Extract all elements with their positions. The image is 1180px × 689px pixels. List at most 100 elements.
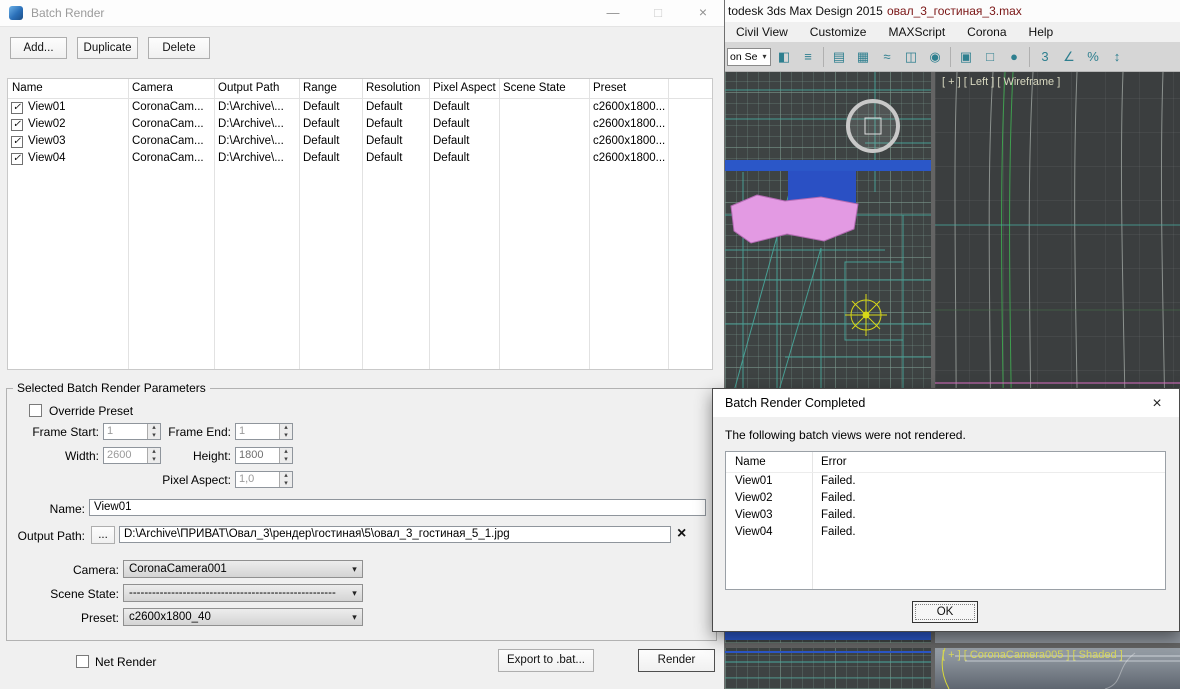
name-input[interactable]: View01 <box>89 499 706 516</box>
error-row[interactable]: View04 Failed. <box>726 524 1165 541</box>
spin-down-icon[interactable]: ▾ <box>280 480 292 488</box>
column-header-scene-state: Scene State <box>499 79 589 98</box>
height-spinner: ▴▾ <box>279 448 292 463</box>
ok-button[interactable]: OK <box>912 601 978 623</box>
row-checkbox[interactable] <box>11 136 23 148</box>
batch-render-title: Batch Render <box>31 6 104 20</box>
table-row[interactable]: View01 CoronaCam... D:\Archive\... Defau… <box>8 99 712 116</box>
spin-up-icon[interactable]: ▴ <box>280 472 292 480</box>
clear-output-path-icon[interactable]: × <box>677 526 686 542</box>
row-checkbox[interactable] <box>11 153 23 165</box>
spin-up-icon[interactable]: ▴ <box>280 448 292 456</box>
row-checkbox[interactable] <box>11 102 23 114</box>
row-checkbox[interactable] <box>11 119 23 131</box>
render-setup-icon[interactable]: ▣ <box>955 46 977 68</box>
frame-start-label: Frame Start: <box>15 425 99 439</box>
column-header-output-path: Output Path <box>214 79 299 98</box>
delete-button[interactable]: Delete <box>148 37 210 59</box>
scene-state-label: Scene State: <box>27 587 119 601</box>
toolbar-separator <box>950 47 951 67</box>
output-path-label: Output Path: <box>7 529 85 543</box>
toolbar-separator <box>1029 47 1030 67</box>
frame-end-input[interactable]: 1 ▴▾ <box>235 423 293 440</box>
table-row[interactable]: View02 CoronaCam... D:\Archive\... Defau… <box>8 116 712 133</box>
menu-civil-view[interactable]: Civil View <box>725 22 799 42</box>
width-label: Width: <box>15 449 99 463</box>
export-to-bat-button[interactable]: Export to .bat... <box>498 649 594 672</box>
chevron-down-icon: ▾ <box>347 612 362 623</box>
completed-title: Batch Render Completed <box>725 396 865 410</box>
output-path-browse-button[interactable]: ... <box>91 526 115 544</box>
mirror-icon[interactable]: ◧ <box>773 46 795 68</box>
error-list: Name Error View01 Failed. View02 Failed.… <box>725 451 1166 590</box>
add-button[interactable]: Add... <box>10 37 67 59</box>
height-label: Height: <box>147 449 231 463</box>
menu-customize[interactable]: Customize <box>799 22 878 42</box>
group-title: Selected Batch Render Parameters <box>13 381 210 395</box>
pixel-aspect-input[interactable]: 1,0 ▴▾ <box>235 471 293 488</box>
align-icon[interactable]: ≡ <box>797 46 819 68</box>
named-selection-sets-combo[interactable]: on Se ▾ <box>727 48 771 66</box>
viewport-camera-shaded[interactable]: [ + ] [ CoronaCamera005 ] [ Shaded ] <box>935 648 1180 689</box>
menu-corona[interactable]: Corona <box>956 22 1017 42</box>
max-toolbar: on Se ▾ ◧ ≡ ▤ ▦ ≈ ◫ ◉ ▣ □ ● 3 ∠ % ↕ <box>725 42 1180 72</box>
render-production-icon[interactable]: ● <box>1003 46 1025 68</box>
toolbar-separator <box>823 47 824 67</box>
batch-render-completed-dialog: Batch Render Completed × The following b… <box>712 388 1180 632</box>
override-preset-checkbox[interactable] <box>29 404 42 417</box>
column-header-range: Range <box>299 79 362 98</box>
viewport-bottom-left[interactable] <box>725 648 931 689</box>
menu-maxscript[interactable]: MAXScript <box>877 22 956 42</box>
pixel-aspect-label: Pixel Aspect: <box>147 473 231 487</box>
camera-select[interactable]: CoronaCamera001 ▾ <box>123 560 363 578</box>
camera-label: Camera: <box>27 563 119 577</box>
name-label: Name: <box>15 502 85 516</box>
table-row[interactable]: View03 CoronaCam... D:\Archive\... Defau… <box>8 133 712 150</box>
viewport-camera-label[interactable]: [ + ] [ CoronaCamera005 ] [ Shaded ] <box>942 649 1123 661</box>
max-titlebar: todesk 3ds Max Design 2015 овал_3_гостин… <box>725 0 1180 23</box>
scene-state-select[interactable]: ----------------------------------------… <box>123 584 363 602</box>
table-row[interactable]: View04 CoronaCam... D:\Archive\... Defau… <box>8 150 712 167</box>
spin-down-icon[interactable]: ▾ <box>280 456 292 464</box>
chevron-down-icon: ▾ <box>759 52 770 61</box>
angle-snap-icon[interactable]: ∠ <box>1058 46 1080 68</box>
error-row[interactable]: View03 Failed. <box>726 507 1165 524</box>
layer-manager-icon[interactable]: ▤ <box>828 46 850 68</box>
override-preset-label: Override Preset <box>49 404 133 418</box>
spinner-snap-icon[interactable]: ↕ <box>1106 46 1128 68</box>
duplicate-button[interactable]: Duplicate <box>77 37 138 59</box>
preset-label: Preset: <box>27 611 119 625</box>
close-icon[interactable]: × <box>1145 393 1169 414</box>
schematic-view-icon[interactable]: ◫ <box>900 46 922 68</box>
percent-snap-icon[interactable]: % <box>1082 46 1104 68</box>
rendered-frame-icon[interactable]: □ <box>979 46 1001 68</box>
output-path-input[interactable]: D:\Archive\ПРИВАТ\Овал_3\рендер\гостиная… <box>119 526 671 543</box>
column-header-resolution: Resolution <box>362 79 429 98</box>
batch-views-table: Name Camera Output Path Range Resolution… <box>7 78 713 370</box>
minimize-icon[interactable]: — <box>603 3 623 22</box>
spin-up-icon[interactable]: ▴ <box>280 424 292 432</box>
material-editor-icon[interactable]: ◉ <box>924 46 946 68</box>
maximize-icon[interactable]: □ <box>648 3 668 22</box>
curve-editor-icon[interactable]: ≈ <box>876 46 898 68</box>
menu-help[interactable]: Help <box>1018 22 1065 42</box>
error-row[interactable]: View02 Failed. <box>726 490 1165 507</box>
render-button[interactable]: Render <box>638 649 715 672</box>
error-row[interactable]: View01 Failed. <box>726 473 1165 490</box>
column-header-pixel-aspect: Pixel Aspect <box>429 79 499 98</box>
net-render-checkbox[interactable] <box>76 655 89 668</box>
spin-down-icon[interactable]: ▾ <box>280 432 292 440</box>
column-header-name: Name <box>8 79 128 98</box>
close-icon[interactable]: × <box>693 3 713 22</box>
snaps-toggle-icon[interactable]: 3 <box>1034 46 1056 68</box>
column-header-preset: Preset <box>589 79 668 98</box>
viewport-left-label[interactable]: [ + ] [ Left ] [ Wireframe ] <box>942 76 1060 88</box>
batch-render-titlebar: Batch Render — □ × <box>0 0 724 27</box>
net-render-label: Net Render <box>95 655 156 669</box>
scene-explorer-icon[interactable]: ▦ <box>852 46 874 68</box>
height-input[interactable]: 1800 ▴▾ <box>235 447 293 464</box>
selected-batch-render-parameters-group: Selected Batch Render Parameters Overrid… <box>6 388 717 641</box>
error-column-name: Name <box>726 452 812 472</box>
preset-select[interactable]: c2600x1800_40 ▾ <box>123 608 363 626</box>
batch-render-dialog: Batch Render — □ × Add... Duplicate Dele… <box>0 0 725 689</box>
